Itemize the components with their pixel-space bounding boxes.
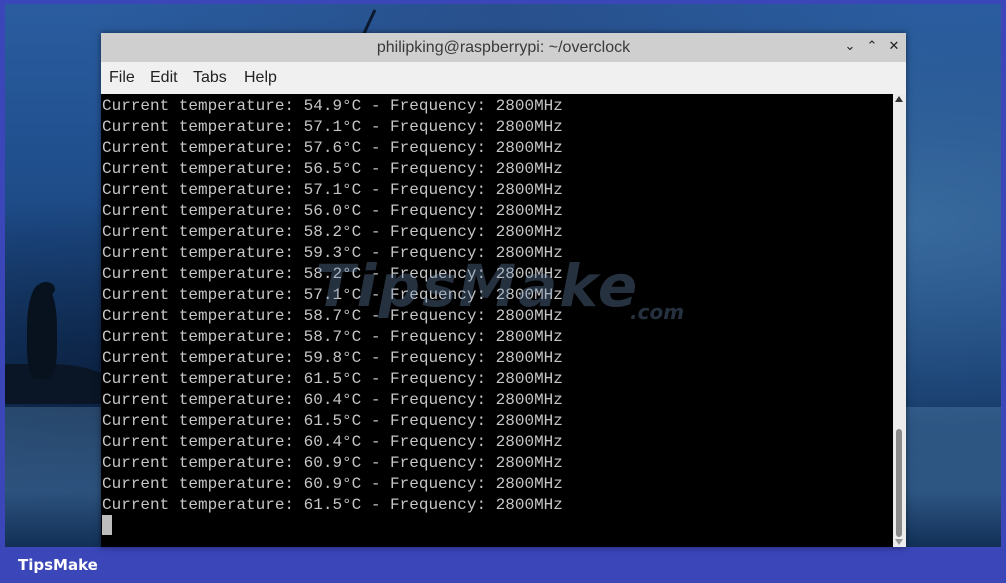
- terminal-cursor: [102, 515, 112, 535]
- menu-tabs[interactable]: Tabs: [193, 69, 227, 87]
- scroll-up-arrow-icon[interactable]: [895, 96, 903, 102]
- terminal-line: Current temperature: 61.5°C - Frequency:…: [102, 412, 563, 430]
- terminal-line: Current temperature: 60.9°C - Frequency:…: [102, 475, 563, 493]
- terminal-line: Current temperature: 61.5°C - Frequency:…: [102, 496, 563, 514]
- terminal-line: Current temperature: 60.9°C - Frequency:…: [102, 454, 563, 472]
- wallpaper-bird-head: [37, 282, 55, 296]
- terminal-line: Current temperature: 58.2°C - Frequency:…: [102, 265, 563, 283]
- scroll-thumb[interactable]: [896, 429, 902, 537]
- terminal-line: Current temperature: 59.8°C - Frequency:…: [102, 349, 563, 367]
- menu-file[interactable]: File: [109, 69, 135, 87]
- terminal-line: Current temperature: 60.4°C - Frequency:…: [102, 391, 563, 409]
- terminal-line: Current temperature: 57.1°C - Frequency:…: [102, 181, 563, 199]
- minimize-button[interactable]: ⌄: [842, 39, 858, 55]
- terminal-window: philipking@raspberrypi: ~/overclock ⌄ ⌃ …: [101, 33, 906, 547]
- terminal-output[interactable]: Current temperature: 54.9°C - Frequency:…: [101, 94, 893, 547]
- wallpaper-bird: [27, 284, 57, 379]
- scroll-down-arrow-icon[interactable]: [895, 539, 903, 545]
- terminal-line: Current temperature: 58.2°C - Frequency:…: [102, 223, 563, 241]
- terminal-line: Current temperature: 57.1°C - Frequency:…: [102, 286, 563, 304]
- terminal-line: Current temperature: 58.7°C - Frequency:…: [102, 307, 563, 325]
- menu-edit[interactable]: Edit: [150, 69, 178, 87]
- terminal-line: Current temperature: 57.6°C - Frequency:…: [102, 139, 563, 157]
- window-title: philipking@raspberrypi: ~/overclock: [376, 39, 631, 56]
- terminal-scrollbar[interactable]: [893, 94, 906, 547]
- terminal-line: Current temperature: 61.5°C - Frequency:…: [102, 370, 563, 388]
- wallpaper-boat: [5, 364, 115, 404]
- menu-bar: File Edit Tabs Help: [101, 62, 906, 94]
- terminal-line: Current temperature: 59.3°C - Frequency:…: [102, 244, 563, 262]
- menu-help[interactable]: Help: [244, 69, 277, 87]
- terminal-line: Current temperature: 60.4°C - Frequency:…: [102, 433, 563, 451]
- maximize-button[interactable]: ⌃: [864, 39, 880, 55]
- terminal-lines: Current temperature: 54.9°C - Frequency:…: [102, 96, 563, 516]
- footer-brand: TipsMake: [18, 556, 98, 574]
- terminal-line: Current temperature: 56.0°C - Frequency:…: [102, 202, 563, 220]
- terminal-line: Current temperature: 58.7°C - Frequency:…: [102, 328, 563, 346]
- terminal-line: Current temperature: 54.9°C - Frequency:…: [102, 97, 563, 115]
- close-button[interactable]: ✕: [886, 39, 902, 55]
- title-bar[interactable]: philipking@raspberrypi: ~/overclock ⌄ ⌃ …: [101, 33, 906, 63]
- terminal-line: Current temperature: 57.1°C - Frequency:…: [102, 118, 563, 136]
- terminal-line: Current temperature: 56.5°C - Frequency:…: [102, 160, 563, 178]
